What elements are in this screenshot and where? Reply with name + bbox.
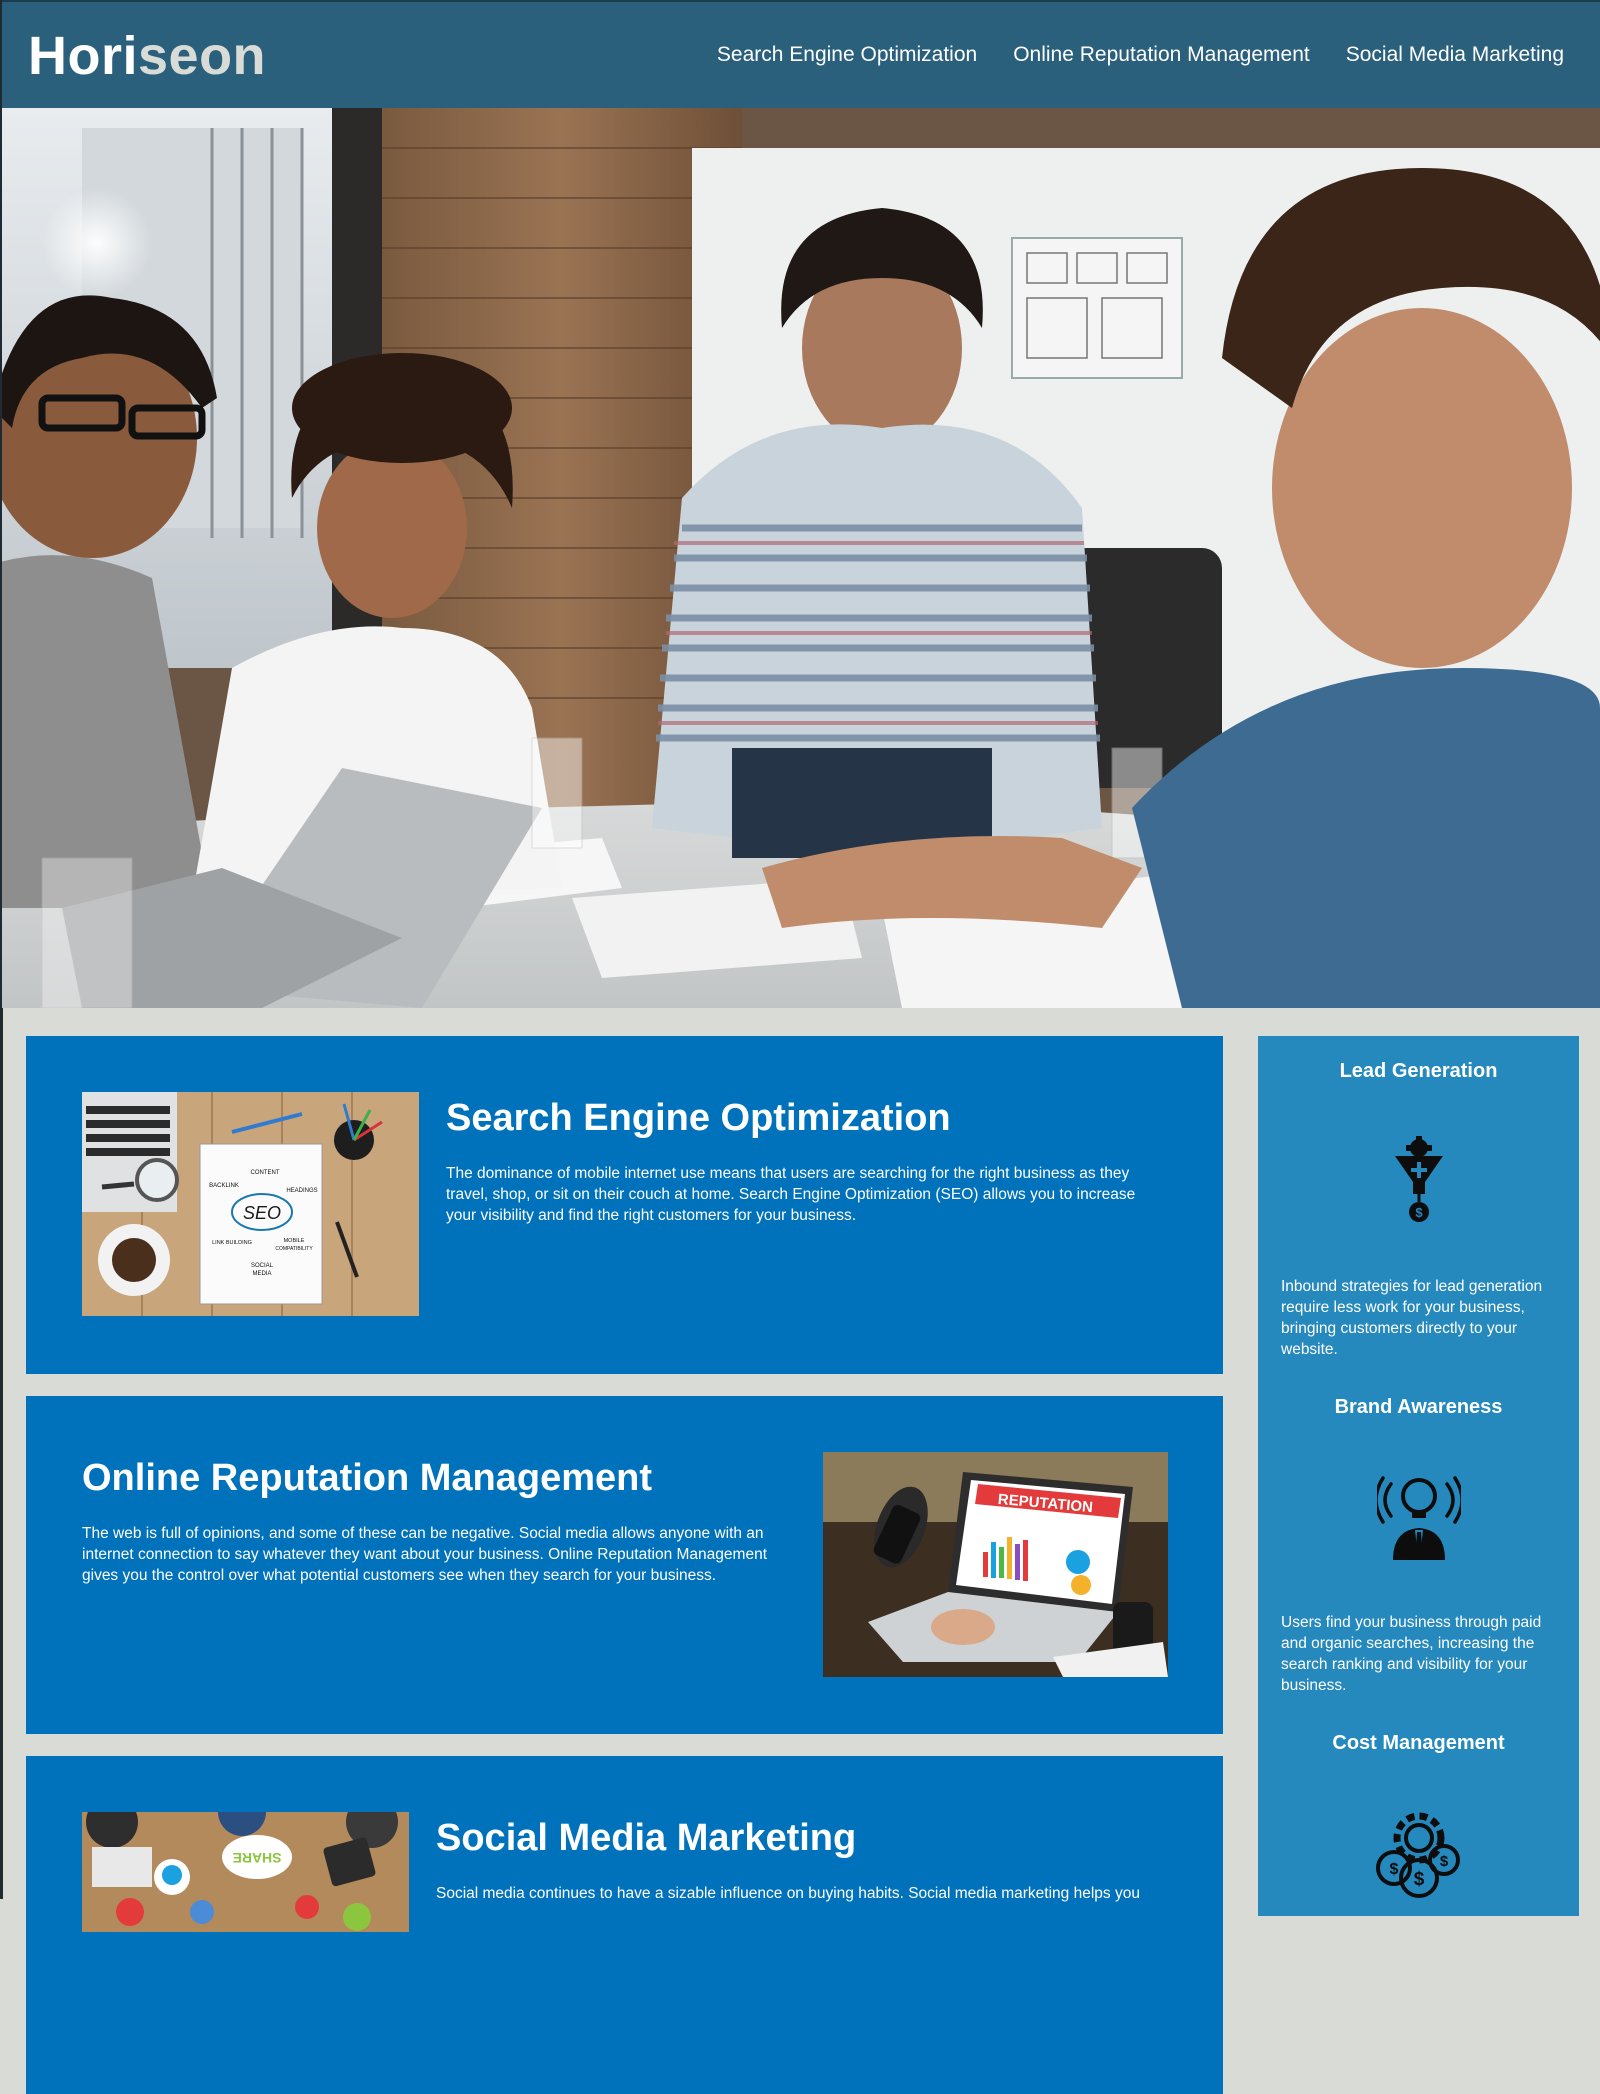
- benefit-lead-generation: Lead Generation: [1258, 1058, 1579, 1084]
- seo-image-label-backlink: BACKLINK: [209, 1183, 239, 1189]
- cost-management-gear-coins-icon: $ $ $: [1258, 1808, 1579, 1898]
- smm-image-share: SHARE: [232, 1850, 281, 1866]
- svg-text:$: $: [1413, 1869, 1424, 1890]
- benefits-sidebar: Lead Generation $ Inbound strategies for…: [1258, 1036, 1579, 1916]
- nav-link-seo[interactable]: Search Engine Optimization: [717, 40, 977, 70]
- logo-main: Hori: [28, 26, 138, 86]
- benefit-brand-awareness: Brand Awareness: [1258, 1394, 1579, 1420]
- lead-generation-funnel-icon: $: [1258, 1136, 1579, 1224]
- logo-accent: seon: [138, 26, 267, 86]
- seo-image: SEO CONTENT BACKLINK HEADINGS LINK BUILD…: [82, 1092, 419, 1316]
- seo-image-label-link-building: LINK BUILDING: [212, 1240, 252, 1246]
- seo-image-label-compatibility: COMPATIBILITY: [275, 1246, 313, 1252]
- seo-image-label-content: CONTENT: [251, 1170, 280, 1176]
- main-nav: Search Engine Optimization Online Reputa…: [717, 40, 1600, 70]
- seo-image-label-headings: HEADINGS: [286, 1188, 317, 1194]
- seo-notebook-photo: SEO CONTENT BACKLINK HEADINGS LINK BUILD…: [82, 1092, 419, 1316]
- smm-heading: Social Media Marketing: [436, 1817, 857, 1859]
- nav-link-smm[interactable]: Social Media Marketing: [1346, 40, 1564, 70]
- orm-image: REPUTATION: [823, 1452, 1168, 1677]
- benefit-cost-management: Cost Management: [1258, 1730, 1579, 1756]
- benefit-brand-awareness-title: Brand Awareness: [1334, 1396, 1503, 1418]
- benefit-cost-management-title: Cost Management: [1332, 1732, 1505, 1754]
- orm-text: The web is full of opinions, and some of…: [82, 1525, 767, 1584]
- site-header: Horiseon Search Engine Optimization Onli…: [2, 0, 1600, 108]
- hero-photo-team-meeting: [2, 108, 1600, 1008]
- seo-heading: Search Engine Optimization: [446, 1097, 951, 1139]
- orm-heading: Online Reputation Management: [82, 1457, 653, 1499]
- brand-awareness-lightbulb-icon: [1258, 1470, 1579, 1560]
- hero-image: [2, 108, 1600, 1008]
- benefit-lead-generation-text: Inbound strategies for lead generation r…: [1281, 1278, 1543, 1358]
- seo-text: The dominance of mobile internet use mea…: [446, 1165, 1136, 1224]
- benefit-lead-generation-title: Lead Generation: [1339, 1060, 1498, 1082]
- content-card-smm: SHARE Social Media Marketing Social medi…: [26, 1756, 1223, 2094]
- seo-image-label-media: MEDIA: [252, 1271, 271, 1277]
- content-card-orm: Online Reputation Management The web is …: [26, 1396, 1223, 1734]
- logo: Horiseon: [28, 24, 266, 88]
- nav-link-orm[interactable]: Online Reputation Management: [1013, 40, 1310, 70]
- smm-image: SHARE: [82, 1812, 409, 1932]
- smm-text: Social media continues to have a sizable…: [436, 1885, 1140, 1902]
- reputation-laptop-photo: REPUTATION: [823, 1452, 1168, 1677]
- social-media-table-photo: SHARE: [82, 1812, 409, 1932]
- svg-text:$: $: [1389, 1861, 1398, 1878]
- benefit-brand-awareness-text: Users find your business through paid an…: [1281, 1614, 1542, 1694]
- seo-image-label-mobile: MOBILE: [284, 1238, 305, 1244]
- svg-text:$: $: [1415, 1205, 1423, 1220]
- seo-image-label: SEO: [243, 1203, 281, 1223]
- seo-image-label-social: SOCIAL: [251, 1263, 274, 1269]
- content-card-seo: SEO CONTENT BACKLINK HEADINGS LINK BUILD…: [26, 1036, 1223, 1374]
- svg-text:$: $: [1439, 1853, 1448, 1870]
